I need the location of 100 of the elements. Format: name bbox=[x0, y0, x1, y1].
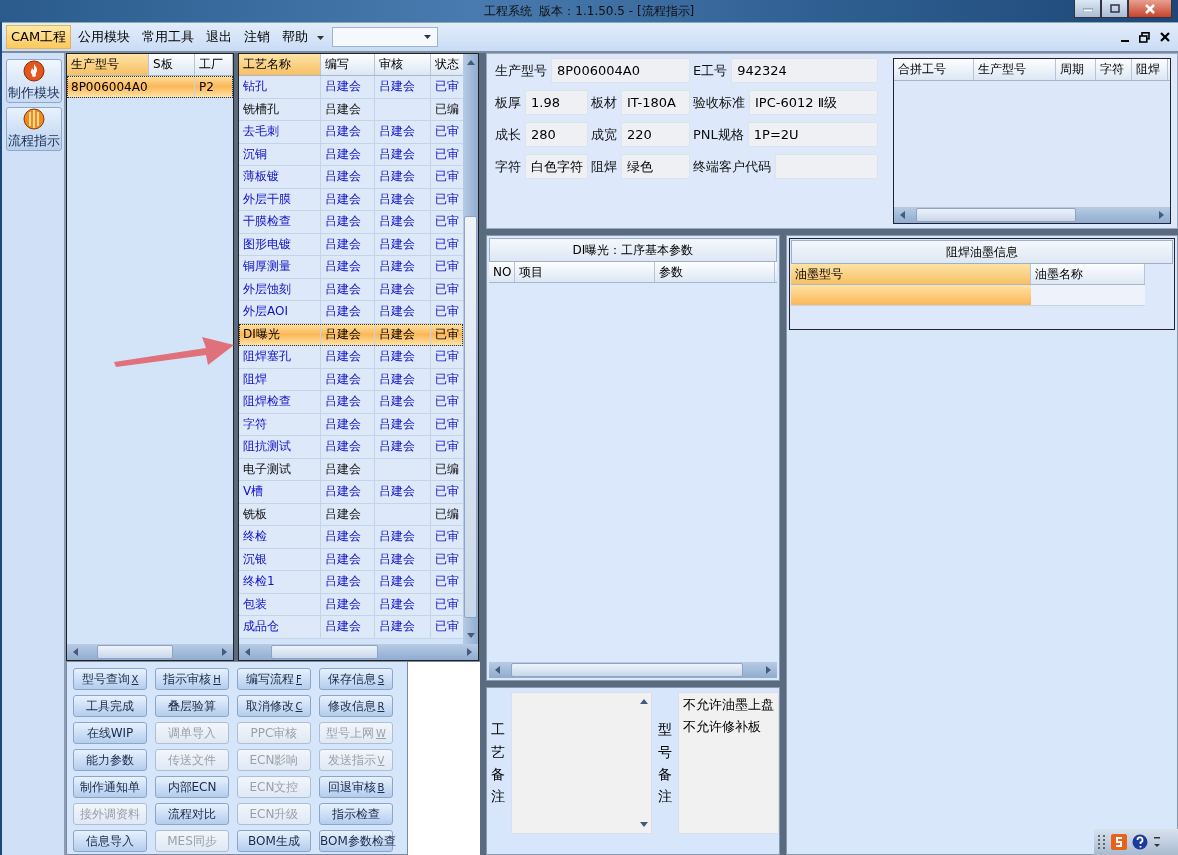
value-field[interactable]: 280 bbox=[525, 122, 588, 147]
column-header[interactable]: 字符 bbox=[1096, 59, 1132, 80]
vertical-scrollbar[interactable] bbox=[463, 54, 478, 644]
selected-cell[interactable] bbox=[791, 285, 1031, 305]
action-button[interactable]: 修改信息 R bbox=[319, 695, 393, 717]
scroll-right-icon[interactable] bbox=[464, 647, 474, 657]
table-row[interactable]: 8P006004A0 P2 bbox=[67, 76, 233, 98]
column-header[interactable]: 项目 bbox=[515, 262, 655, 282]
table-row[interactable]: 沉铜 吕建会 吕建会 已审 bbox=[239, 143, 463, 166]
table-row[interactable]: V槽 吕建会 吕建会 已审 bbox=[239, 481, 463, 504]
table-row[interactable]: 薄板镀 吕建会 吕建会 已审 bbox=[239, 166, 463, 189]
scroll-down-icon[interactable] bbox=[465, 630, 476, 640]
menu-item[interactable]: 退出 bbox=[201, 25, 238, 49]
table-row[interactable]: 阻焊检查 吕建会 吕建会 已审 bbox=[239, 391, 463, 414]
expand-icon[interactable] bbox=[1153, 835, 1161, 849]
restore-icon[interactable] bbox=[1139, 31, 1150, 43]
action-button[interactable]: 型号查询 X bbox=[73, 668, 147, 690]
column-header[interactable]: 编写 bbox=[321, 54, 375, 75]
scroll-left-icon[interactable] bbox=[898, 210, 908, 220]
column-header[interactable]: 阻焊 bbox=[1132, 59, 1168, 80]
column-header[interactable]: 油墨名称 bbox=[1031, 264, 1145, 284]
s-logo-icon[interactable] bbox=[1111, 834, 1127, 850]
table-row[interactable]: 钻孔 吕建会 吕建会 已审 bbox=[239, 76, 463, 99]
table-row[interactable]: 图形电镀 吕建会 吕建会 已审 bbox=[239, 233, 463, 256]
value-field[interactable]: 8P006004A0 bbox=[551, 58, 690, 83]
scroll-up-icon[interactable] bbox=[465, 58, 476, 68]
table-row[interactable]: 成品仓 吕建会 吕建会 已审 bbox=[239, 616, 463, 639]
action-button[interactable]: 保存信息 S bbox=[319, 668, 393, 690]
scroll-left-icon[interactable] bbox=[493, 665, 503, 675]
minimize-button[interactable] bbox=[1074, 0, 1101, 18]
menu-item[interactable]: 常用工具 bbox=[137, 25, 200, 49]
column-header[interactable]: 生产型号 bbox=[67, 54, 149, 75]
table-row[interactable]: 外层AOI 吕建会 吕建会 已审 bbox=[239, 301, 463, 324]
menu-item[interactable]: 注销 bbox=[239, 25, 276, 49]
remark-field[interactable] bbox=[511, 692, 652, 834]
table-row[interactable]: 阻焊塞孔 吕建会 吕建会 已审 bbox=[239, 346, 463, 369]
action-button[interactable]: 能力参数 bbox=[73, 749, 147, 771]
horizontal-scrollbar[interactable] bbox=[489, 662, 777, 678]
value-field[interactable]: 白色字符 bbox=[525, 154, 588, 179]
action-button[interactable]: 编写流程 F bbox=[237, 668, 311, 690]
table-row[interactable]: 阻抗测试 吕建会 吕建会 已审 bbox=[239, 436, 463, 459]
close-icon[interactable] bbox=[1160, 32, 1170, 42]
value-field[interactable]: 220 bbox=[621, 122, 690, 147]
action-button[interactable]: 内部ECN bbox=[155, 776, 229, 798]
column-header[interactable]: 参数 bbox=[655, 262, 775, 282]
table-row[interactable]: 外层蚀刻 吕建会 吕建会 已审 bbox=[239, 278, 463, 301]
column-header[interactable]: 工艺名称 bbox=[239, 54, 321, 75]
scroll-left-icon[interactable] bbox=[71, 647, 81, 657]
table-row[interactable]: DI曝光 吕建会 吕建会 已审 bbox=[239, 323, 463, 346]
action-button[interactable]: 取消修改 C bbox=[237, 695, 311, 717]
action-button[interactable]: BOM生成 bbox=[237, 830, 311, 852]
column-header[interactable]: 审核 bbox=[375, 54, 431, 75]
scroll-right-icon[interactable] bbox=[763, 665, 773, 675]
value-field[interactable]: 1P=2U bbox=[747, 122, 878, 147]
maximize-button[interactable] bbox=[1101, 0, 1128, 18]
table-row[interactable]: 终检1 吕建会 吕建会 已审 bbox=[239, 571, 463, 594]
table-row[interactable]: 字符 吕建会 吕建会 已审 bbox=[239, 413, 463, 436]
value-field[interactable]: 1.98 bbox=[525, 90, 588, 115]
remark-field[interactable]: 不允许油墨上盘 不允许修补板 bbox=[678, 692, 779, 834]
action-button[interactable]: 回退审核 B bbox=[319, 776, 393, 798]
column-header[interactable]: 油墨型号 bbox=[791, 264, 1031, 284]
table-row[interactable]: 终检 吕建会 吕建会 已审 bbox=[239, 526, 463, 549]
table-row[interactable]: 去毛刺 吕建会 吕建会 已审 bbox=[239, 121, 463, 144]
close-button[interactable] bbox=[1128, 0, 1172, 18]
scroll-up-icon[interactable] bbox=[638, 697, 649, 707]
nav-button[interactable]: 流程指示 bbox=[6, 107, 62, 151]
action-button[interactable]: 在线WIP bbox=[73, 722, 147, 744]
menu-item[interactable]: 帮助 bbox=[277, 25, 314, 49]
menu-item[interactable]: 公用模块 bbox=[73, 25, 136, 49]
nav-button[interactable]: 制作模块 bbox=[6, 59, 62, 103]
scroll-right-icon[interactable] bbox=[219, 647, 229, 657]
table-row[interactable]: 外层干膜 吕建会 吕建会 已审 bbox=[239, 188, 463, 211]
column-header[interactable]: 生产型号 bbox=[974, 59, 1056, 80]
action-button[interactable]: 制作通知单 bbox=[73, 776, 147, 798]
table-row[interactable]: 铣板 吕建会 已编 bbox=[239, 503, 463, 526]
column-header[interactable]: 周期 bbox=[1056, 59, 1096, 80]
action-button[interactable]: 指示检查 bbox=[319, 803, 393, 825]
column-header[interactable]: S板 bbox=[149, 54, 195, 75]
help-icon[interactable] bbox=[1132, 834, 1148, 850]
table-row[interactable]: 铜厚测量 吕建会 吕建会 已审 bbox=[239, 256, 463, 279]
action-button[interactable]: 叠层验算 bbox=[155, 695, 229, 717]
caret-icon[interactable] bbox=[317, 35, 325, 40]
table-row[interactable]: 包装 吕建会 吕建会 已审 bbox=[239, 593, 463, 616]
scroll-down-icon[interactable] bbox=[638, 819, 649, 829]
action-button[interactable]: 流程对比 bbox=[155, 803, 229, 825]
value-field[interactable]: IT-180A bbox=[621, 90, 690, 115]
value-field[interactable]: 绿色 bbox=[621, 154, 690, 179]
table-row[interactable]: 铣槽孔 吕建会 已编 bbox=[239, 98, 463, 121]
value-field[interactable]: IPC-6012 Ⅱ级 bbox=[749, 90, 878, 115]
action-button[interactable]: 指示审核 H bbox=[155, 668, 229, 690]
table-row[interactable]: 干膜检查 吕建会 吕建会 已审 bbox=[239, 211, 463, 234]
table-row[interactable]: 阻焊 吕建会 吕建会 已审 bbox=[239, 368, 463, 391]
menu-item[interactable]: CAM工程 bbox=[6, 25, 72, 49]
table-row[interactable]: 电子测试 吕建会 已编 bbox=[239, 458, 463, 481]
horizontal-scrollbar[interactable] bbox=[894, 207, 1170, 223]
horizontal-scrollbar[interactable] bbox=[239, 644, 478, 660]
action-button[interactable]: 工具完成 bbox=[73, 695, 147, 717]
scroll-left-icon[interactable] bbox=[243, 647, 253, 657]
column-header[interactable]: 合拼工号 bbox=[894, 59, 974, 80]
scroll-right-icon[interactable] bbox=[1156, 210, 1166, 220]
